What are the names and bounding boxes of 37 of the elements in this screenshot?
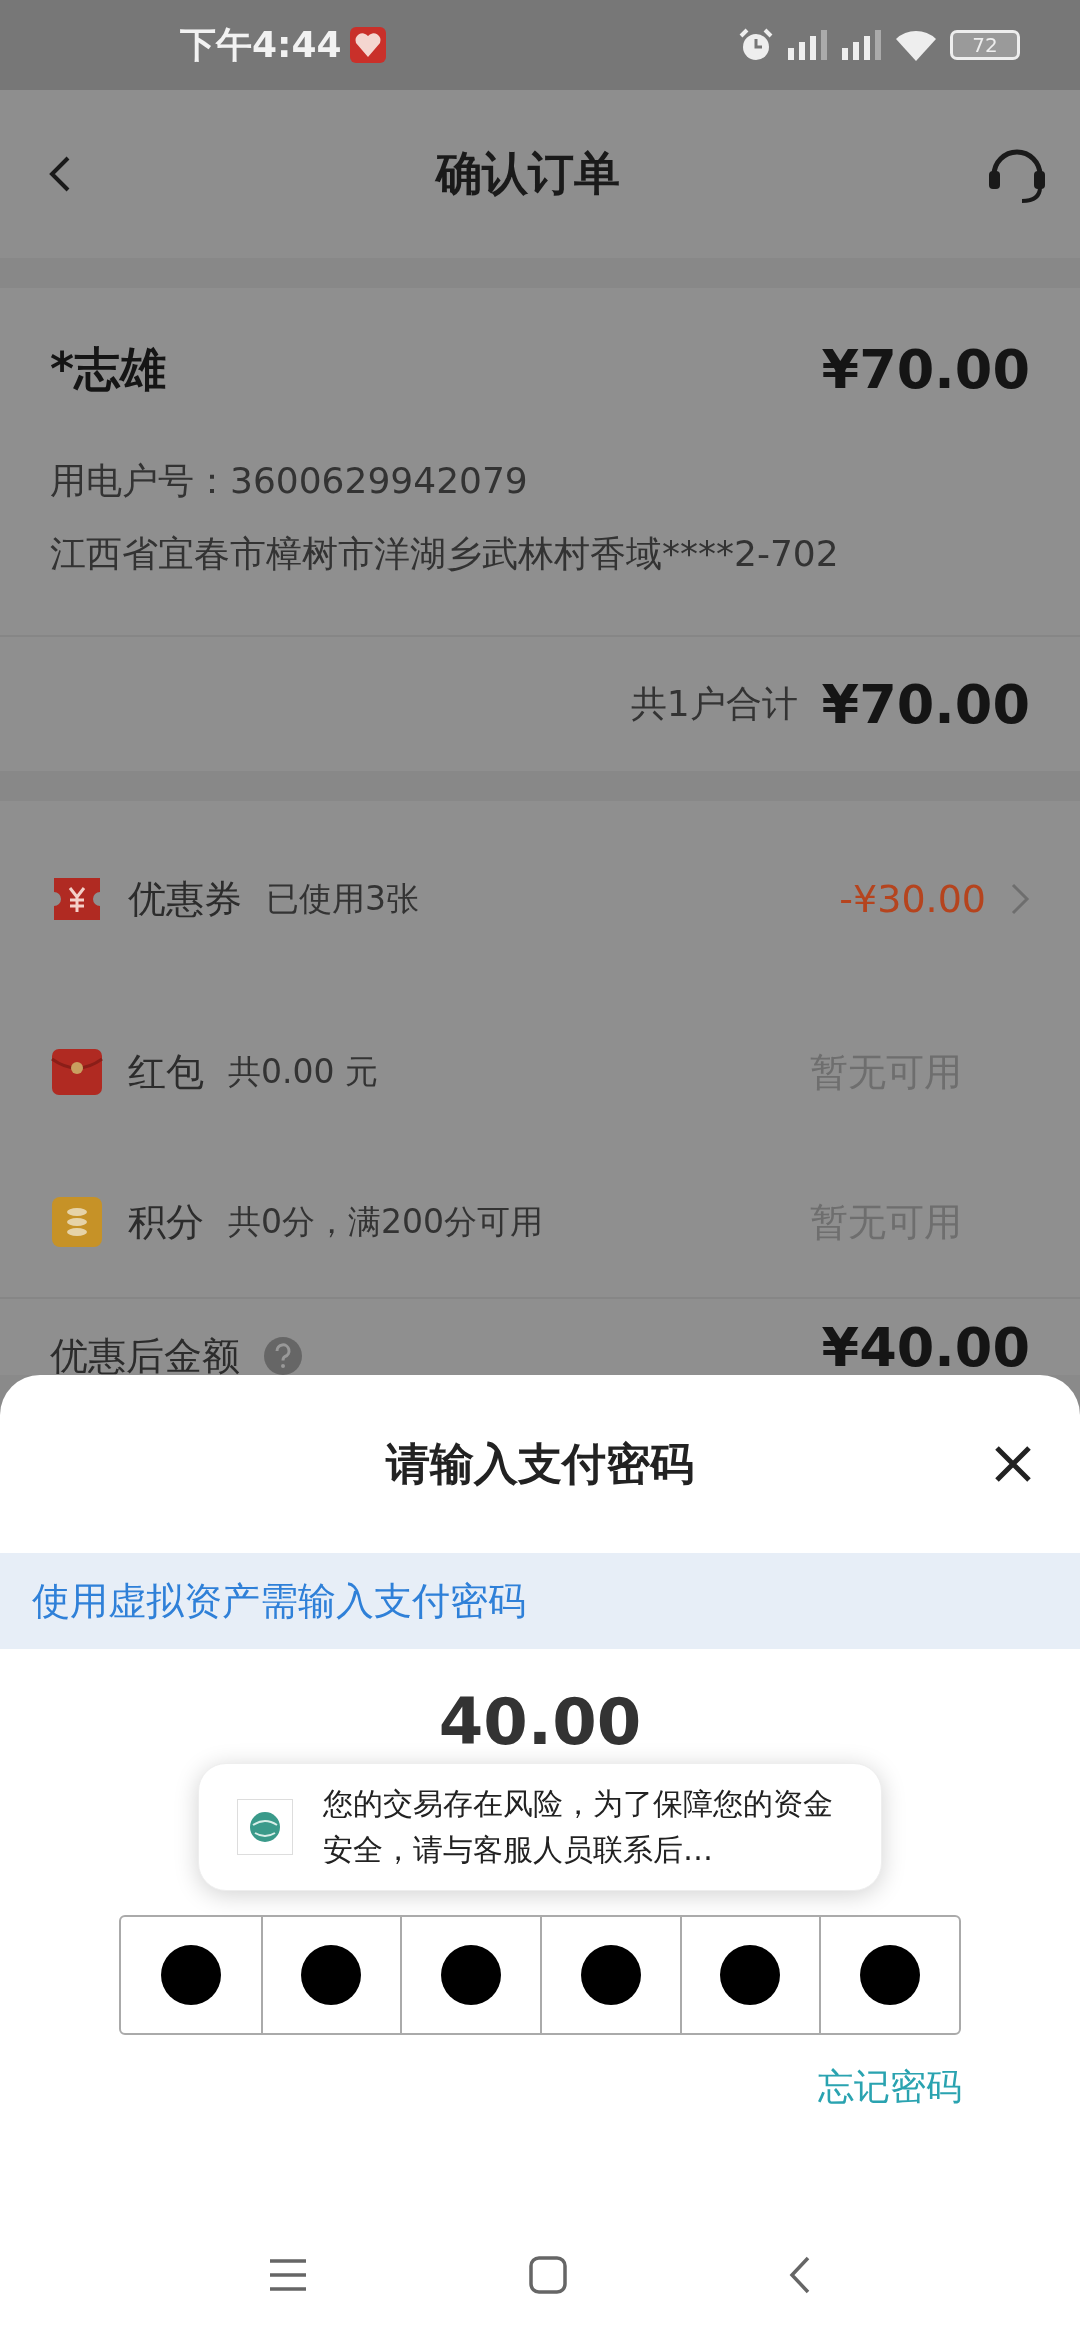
home-icon[interactable]: [528, 2255, 568, 2295]
back-icon[interactable]: [788, 2255, 812, 2295]
toast-message: 您的交易存在风险，为了保障您的资金安全，请与客服人员联系后…: [323, 1784, 834, 1869]
sheet-title: 请输入支付密码: [386, 1436, 694, 1491]
signal-icon: [842, 30, 882, 60]
pin-field[interactable]: [119, 1915, 961, 2035]
account-number: 用电户号：3600629942079: [50, 459, 529, 503]
discount-detail: 共0分，满200分可用: [228, 1200, 543, 1243]
chevron-right-icon: [1010, 882, 1030, 916]
discount-label: 积分: [128, 1198, 204, 1246]
menu-icon[interactable]: [268, 2257, 308, 2293]
back-icon[interactable]: [48, 154, 72, 194]
final-amount: ¥40.00: [821, 1321, 1030, 1375]
payment-amount: 40.00: [438, 1685, 642, 1759]
customer-name: *志雄: [50, 340, 167, 398]
signal-icon: [788, 30, 828, 60]
discount-label: 红包: [128, 1048, 204, 1096]
order-amount: ¥70.00: [821, 338, 1030, 401]
discount-label: 优惠券: [128, 875, 242, 923]
notice-banner: 使用虚拟资产需输入支付密码: [0, 1553, 1080, 1649]
address-text: 江西省宜春市樟树市洋湖乡武林村香域****2-702: [50, 532, 840, 576]
total-amount: ¥70.00: [821, 672, 1030, 736]
alarm-icon: [738, 27, 774, 63]
discount-value: -¥30.00: [839, 877, 986, 921]
coin-stack-icon: [50, 1195, 104, 1249]
forgot-password-link[interactable]: 忘记密码: [818, 2063, 962, 2112]
wifi-icon: [896, 29, 936, 61]
app-notification-icon: [349, 27, 386, 63]
globe-icon: [249, 1811, 281, 1843]
status-time: 下午4:44: [180, 22, 342, 67]
discount-row[interactable]: 优惠券 已使用3张 -¥30.00: [0, 801, 1080, 997]
battery-level: 72: [950, 30, 1020, 60]
discount-detail: 共0.00 元: [228, 1050, 378, 1093]
page-title: 确认订单: [436, 145, 620, 202]
final-amount-label: 优惠后金额: [50, 1337, 240, 1375]
discount-detail: 已使用3张: [266, 877, 419, 920]
total-label: 共1户合计: [630, 681, 798, 726]
